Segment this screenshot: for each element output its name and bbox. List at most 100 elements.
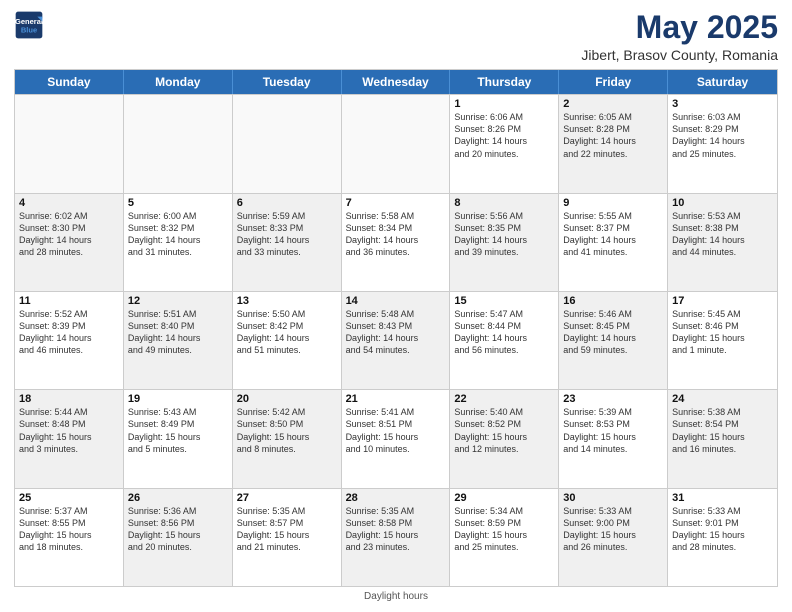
weekday-header: Wednesday [342, 70, 451, 94]
calendar-cell: 25Sunrise: 5:37 AM Sunset: 8:55 PM Dayli… [15, 489, 124, 586]
day-info: Sunrise: 6:06 AM Sunset: 8:26 PM Dayligh… [454, 111, 554, 160]
calendar-cell: 24Sunrise: 5:38 AM Sunset: 8:54 PM Dayli… [668, 390, 777, 487]
calendar-cell: 1Sunrise: 6:06 AM Sunset: 8:26 PM Daylig… [450, 95, 559, 192]
day-info: Sunrise: 5:51 AM Sunset: 8:40 PM Dayligh… [128, 308, 228, 357]
footer-note: Daylight hours [14, 591, 778, 602]
day-info: Sunrise: 5:44 AM Sunset: 8:48 PM Dayligh… [19, 406, 119, 455]
calendar-body: 1Sunrise: 6:06 AM Sunset: 8:26 PM Daylig… [15, 94, 777, 586]
day-number: 26 [128, 492, 228, 504]
day-info: Sunrise: 5:55 AM Sunset: 8:37 PM Dayligh… [563, 210, 663, 259]
calendar-cell: 16Sunrise: 5:46 AM Sunset: 8:45 PM Dayli… [559, 292, 668, 389]
svg-text:Blue: Blue [21, 26, 37, 35]
title-block: May 2025 Jibert, Brasov County, Romania [581, 10, 778, 63]
calendar-cell: 23Sunrise: 5:39 AM Sunset: 8:53 PM Dayli… [559, 390, 668, 487]
day-number: 14 [346, 295, 446, 307]
day-info: Sunrise: 5:36 AM Sunset: 8:56 PM Dayligh… [128, 505, 228, 554]
calendar-cell: 12Sunrise: 5:51 AM Sunset: 8:40 PM Dayli… [124, 292, 233, 389]
calendar-cell: 22Sunrise: 5:40 AM Sunset: 8:52 PM Dayli… [450, 390, 559, 487]
day-info: Sunrise: 5:33 AM Sunset: 9:00 PM Dayligh… [563, 505, 663, 554]
day-number: 25 [19, 492, 119, 504]
day-number: 23 [563, 393, 663, 405]
day-info: Sunrise: 5:42 AM Sunset: 8:50 PM Dayligh… [237, 406, 337, 455]
day-number: 16 [563, 295, 663, 307]
day-number: 5 [128, 197, 228, 209]
day-info: Sunrise: 5:35 AM Sunset: 8:57 PM Dayligh… [237, 505, 337, 554]
day-number: 12 [128, 295, 228, 307]
calendar-cell [124, 95, 233, 192]
calendar-cell: 9Sunrise: 5:55 AM Sunset: 8:37 PM Daylig… [559, 194, 668, 291]
day-number: 9 [563, 197, 663, 209]
calendar-cell: 15Sunrise: 5:47 AM Sunset: 8:44 PM Dayli… [450, 292, 559, 389]
calendar-cell: 3Sunrise: 6:03 AM Sunset: 8:29 PM Daylig… [668, 95, 777, 192]
calendar-cell [15, 95, 124, 192]
day-number: 8 [454, 197, 554, 209]
day-info: Sunrise: 5:43 AM Sunset: 8:49 PM Dayligh… [128, 406, 228, 455]
calendar: SundayMondayTuesdayWednesdayThursdayFrid… [14, 69, 778, 587]
calendar-cell [233, 95, 342, 192]
day-number: 18 [19, 393, 119, 405]
calendar-row: 1Sunrise: 6:06 AM Sunset: 8:26 PM Daylig… [15, 94, 777, 192]
day-info: Sunrise: 5:34 AM Sunset: 8:59 PM Dayligh… [454, 505, 554, 554]
day-number: 4 [19, 197, 119, 209]
day-info: Sunrise: 5:33 AM Sunset: 9:01 PM Dayligh… [672, 505, 773, 554]
weekday-header: Tuesday [233, 70, 342, 94]
day-number: 15 [454, 295, 554, 307]
page: General Blue May 2025 Jibert, Brasov Cou… [0, 0, 792, 612]
calendar-cell: 13Sunrise: 5:50 AM Sunset: 8:42 PM Dayli… [233, 292, 342, 389]
day-number: 10 [672, 197, 773, 209]
calendar-cell: 28Sunrise: 5:35 AM Sunset: 8:58 PM Dayli… [342, 489, 451, 586]
day-number: 7 [346, 197, 446, 209]
day-number: 6 [237, 197, 337, 209]
calendar-cell: 29Sunrise: 5:34 AM Sunset: 8:59 PM Dayli… [450, 489, 559, 586]
calendar-row: 25Sunrise: 5:37 AM Sunset: 8:55 PM Dayli… [15, 488, 777, 586]
day-number: 2 [563, 98, 663, 110]
calendar-cell: 6Sunrise: 5:59 AM Sunset: 8:33 PM Daylig… [233, 194, 342, 291]
calendar-cell: 19Sunrise: 5:43 AM Sunset: 8:49 PM Dayli… [124, 390, 233, 487]
day-info: Sunrise: 5:48 AM Sunset: 8:43 PM Dayligh… [346, 308, 446, 357]
calendar-cell: 5Sunrise: 6:00 AM Sunset: 8:32 PM Daylig… [124, 194, 233, 291]
day-number: 22 [454, 393, 554, 405]
calendar-cell: 27Sunrise: 5:35 AM Sunset: 8:57 PM Dayli… [233, 489, 342, 586]
weekday-header: Friday [559, 70, 668, 94]
day-number: 29 [454, 492, 554, 504]
calendar-cell: 20Sunrise: 5:42 AM Sunset: 8:50 PM Dayli… [233, 390, 342, 487]
day-info: Sunrise: 5:39 AM Sunset: 8:53 PM Dayligh… [563, 406, 663, 455]
month-title: May 2025 [581, 10, 778, 45]
day-info: Sunrise: 5:53 AM Sunset: 8:38 PM Dayligh… [672, 210, 773, 259]
logo-icon: General Blue [14, 10, 44, 40]
calendar-cell: 11Sunrise: 5:52 AM Sunset: 8:39 PM Dayli… [15, 292, 124, 389]
day-info: Sunrise: 5:40 AM Sunset: 8:52 PM Dayligh… [454, 406, 554, 455]
calendar-cell: 8Sunrise: 5:56 AM Sunset: 8:35 PM Daylig… [450, 194, 559, 291]
calendar-cell: 10Sunrise: 5:53 AM Sunset: 8:38 PM Dayli… [668, 194, 777, 291]
day-number: 31 [672, 492, 773, 504]
calendar-row: 4Sunrise: 6:02 AM Sunset: 8:30 PM Daylig… [15, 193, 777, 291]
calendar-cell: 26Sunrise: 5:36 AM Sunset: 8:56 PM Dayli… [124, 489, 233, 586]
day-number: 20 [237, 393, 337, 405]
calendar-cell: 2Sunrise: 6:05 AM Sunset: 8:28 PM Daylig… [559, 95, 668, 192]
calendar-cell: 31Sunrise: 5:33 AM Sunset: 9:01 PM Dayli… [668, 489, 777, 586]
day-info: Sunrise: 5:47 AM Sunset: 8:44 PM Dayligh… [454, 308, 554, 357]
calendar-cell: 4Sunrise: 6:02 AM Sunset: 8:30 PM Daylig… [15, 194, 124, 291]
day-info: Sunrise: 5:35 AM Sunset: 8:58 PM Dayligh… [346, 505, 446, 554]
day-info: Sunrise: 6:05 AM Sunset: 8:28 PM Dayligh… [563, 111, 663, 160]
day-info: Sunrise: 6:03 AM Sunset: 8:29 PM Dayligh… [672, 111, 773, 160]
calendar-cell [342, 95, 451, 192]
day-number: 1 [454, 98, 554, 110]
calendar-cell: 30Sunrise: 5:33 AM Sunset: 9:00 PM Dayli… [559, 489, 668, 586]
day-number: 21 [346, 393, 446, 405]
day-info: Sunrise: 6:00 AM Sunset: 8:32 PM Dayligh… [128, 210, 228, 259]
weekday-header: Monday [124, 70, 233, 94]
calendar-cell: 18Sunrise: 5:44 AM Sunset: 8:48 PM Dayli… [15, 390, 124, 487]
day-number: 11 [19, 295, 119, 307]
day-number: 17 [672, 295, 773, 307]
day-info: Sunrise: 5:56 AM Sunset: 8:35 PM Dayligh… [454, 210, 554, 259]
day-number: 24 [672, 393, 773, 405]
day-info: Sunrise: 5:58 AM Sunset: 8:34 PM Dayligh… [346, 210, 446, 259]
calendar-row: 18Sunrise: 5:44 AM Sunset: 8:48 PM Dayli… [15, 389, 777, 487]
weekday-header: Thursday [450, 70, 559, 94]
header: General Blue May 2025 Jibert, Brasov Cou… [14, 10, 778, 63]
day-info: Sunrise: 6:02 AM Sunset: 8:30 PM Dayligh… [19, 210, 119, 259]
day-info: Sunrise: 5:41 AM Sunset: 8:51 PM Dayligh… [346, 406, 446, 455]
day-info: Sunrise: 5:37 AM Sunset: 8:55 PM Dayligh… [19, 505, 119, 554]
calendar-cell: 21Sunrise: 5:41 AM Sunset: 8:51 PM Dayli… [342, 390, 451, 487]
